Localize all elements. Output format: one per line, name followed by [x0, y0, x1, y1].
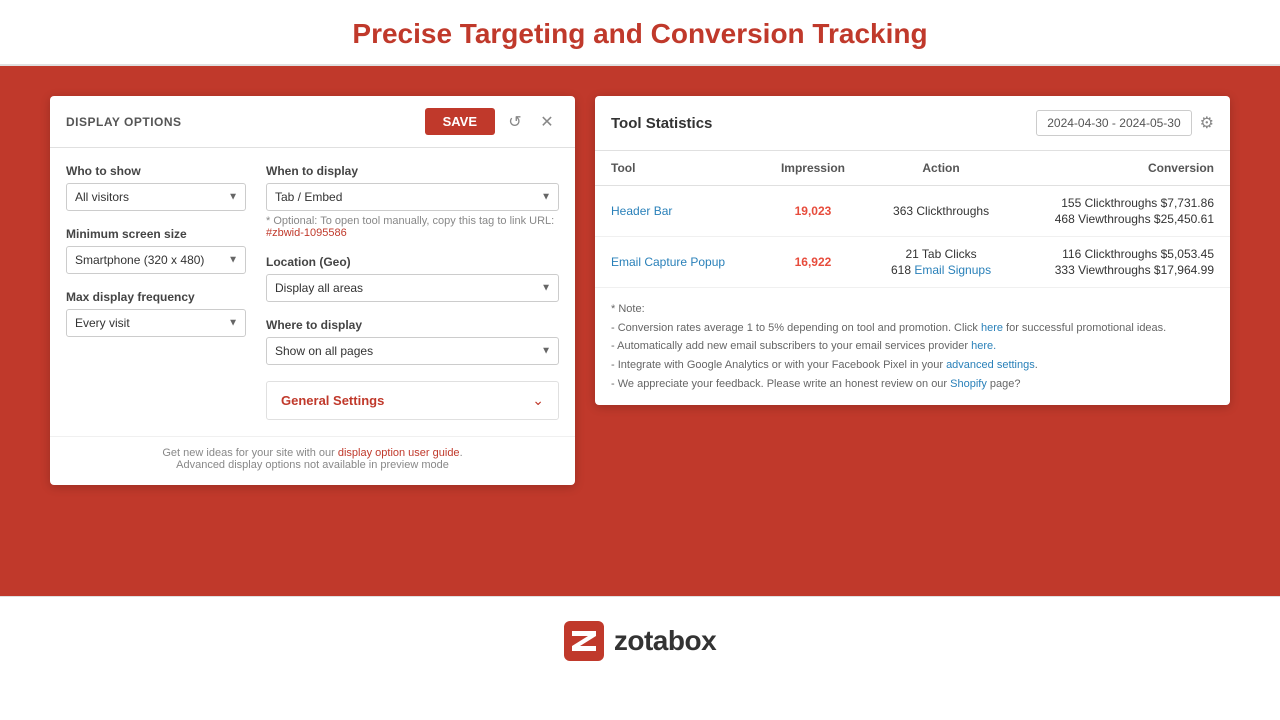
location-geo-select-wrapper: Display all areas Specific countries Exc…	[266, 274, 559, 302]
when-to-display-group: When to display Tab / Embed On scroll On…	[266, 164, 559, 239]
action-line-2: 618 Email Signups	[891, 263, 991, 277]
logo-text: zotabox	[614, 625, 716, 657]
settings-gear-button[interactable]: ⚙	[1200, 113, 1214, 133]
chevron-down-icon: ⌄	[532, 392, 544, 409]
impression-value: 19,023	[795, 204, 832, 218]
note-line-1: - Conversion rates average 1 to 5% depen…	[611, 319, 1214, 338]
advanced-settings-link[interactable]: advanced settings	[946, 359, 1035, 371]
general-settings-label: General Settings	[281, 393, 384, 408]
stats-note: * Note: - Conversion rates average 1 to …	[595, 288, 1230, 405]
note-line-2: - Automatically add new email subscriber…	[611, 337, 1214, 356]
panel-title: DISPLAY OPTIONS	[66, 115, 182, 129]
where-to-display-select[interactable]: Show on all pages Specific pages Exclude…	[266, 337, 559, 365]
who-to-show-select[interactable]: All visitors New visitors Returning visi…	[66, 183, 246, 211]
max-display-freq-label: Max display frequency	[66, 290, 246, 304]
header-bar-link[interactable]: Header Bar	[611, 204, 672, 218]
shopify-link[interactable]: Shopify	[950, 378, 987, 390]
impression-cell: 19,023	[759, 186, 867, 237]
conversion-line-2: 468 Viewthroughs $25,450.61	[1055, 212, 1214, 226]
zotabox-logo-icon	[564, 621, 604, 661]
location-geo-select[interactable]: Display all areas Specific countries Exc…	[266, 274, 559, 302]
stats-title: Tool Statistics	[611, 115, 712, 132]
conversion-line-1: 116 Clickthroughs $5,053.45	[1062, 247, 1214, 261]
col-impression: Impression	[759, 151, 867, 186]
when-to-display-select-wrapper: Tab / Embed On scroll On exit After dela…	[266, 183, 559, 211]
save-button[interactable]: SAVE	[425, 108, 495, 135]
footer-text-1: Get new ideas for your site with our dis…	[66, 447, 559, 459]
note-line-3: - Integrate with Google Analytics or wit…	[611, 356, 1214, 375]
close-button[interactable]: ✕	[535, 110, 559, 134]
hash-link[interactable]: #zbwid-1095586	[266, 227, 347, 239]
note-line-4: - We appreciate your feedback. Please wr…	[611, 375, 1214, 394]
page-title: Precise Targeting and Conversion Trackin…	[0, 18, 1280, 50]
note-title: * Note:	[611, 300, 1214, 319]
conversion-line-2: 333 Viewthroughs $17,964.99	[1055, 263, 1214, 277]
table-row: Email Capture Popup 16,922 21 Tab Clicks…	[595, 237, 1230, 288]
footer-text-2: Advanced display options not available i…	[66, 459, 559, 471]
zotabox-logo: zotabox	[564, 621, 716, 661]
panel-header: DISPLAY OPTIONS SAVE ↺ ✕	[50, 96, 575, 148]
main-content: DISPLAY OPTIONS SAVE ↺ ✕ Who to show All…	[0, 66, 1280, 596]
panel-footer: Get new ideas for your site with our dis…	[50, 436, 575, 485]
optional-note: * Optional: To open tool manually, copy …	[266, 215, 559, 239]
conversion-cell: 116 Clickthroughs $5,053.45 333 Viewthro…	[1015, 237, 1230, 288]
min-screen-size-group: Minimum screen size Smartphone (320 x 48…	[66, 227, 246, 274]
action-cell: 363 Clickthroughs	[867, 186, 1015, 237]
refresh-button[interactable]: ↺	[503, 110, 527, 134]
when-to-display-select[interactable]: Tab / Embed On scroll On exit After dela…	[266, 183, 559, 211]
date-range: 2024-04-30 - 2024-05-30 ⚙	[1036, 110, 1214, 136]
min-screen-size-select-wrapper: Smartphone (320 x 480) Tablet (768 x 102…	[66, 246, 246, 274]
display-options-panel: DISPLAY OPTIONS SAVE ↺ ✕ Who to show All…	[50, 96, 575, 485]
conversion-cell: 155 Clickthroughs $7,731.86 468 Viewthro…	[1015, 186, 1230, 237]
max-display-freq-select[interactable]: Every visit Once per day Once per week	[66, 309, 246, 337]
action-line-1: 21 Tab Clicks	[905, 247, 976, 261]
who-to-show-group: Who to show All visitors New visitors Re…	[66, 164, 246, 211]
display-option-user-guide-link[interactable]: display option user guide	[338, 447, 460, 459]
table-row: Header Bar 19,023 363 Clickthroughs 155 …	[595, 186, 1230, 237]
here-link-1[interactable]: here	[981, 322, 1003, 334]
impression-cell: 16,922	[759, 237, 867, 288]
who-to-show-label: Who to show	[66, 164, 246, 178]
stats-header: Tool Statistics 2024-04-30 - 2024-05-30 …	[595, 96, 1230, 151]
col-conversion: Conversion	[1015, 151, 1230, 186]
max-display-freq-group: Max display frequency Every visit Once p…	[66, 290, 246, 337]
stats-table: Tool Impression Action Conversion Header…	[595, 151, 1230, 288]
panel-body: Who to show All visitors New visitors Re…	[50, 148, 575, 436]
impression-value: 16,922	[795, 255, 832, 269]
email-capture-popup-link[interactable]: Email Capture Popup	[611, 255, 725, 269]
conversion-line-1: 155 Clickthroughs $7,731.86	[1061, 196, 1214, 210]
page-header: Precise Targeting and Conversion Trackin…	[0, 0, 1280, 66]
location-geo-label: Location (Geo)	[266, 255, 559, 269]
location-geo-group: Location (Geo) Display all areas Specifi…	[266, 255, 559, 302]
where-to-display-label: Where to display	[266, 318, 559, 332]
left-column: Who to show All visitors New visitors Re…	[66, 164, 246, 420]
max-display-freq-select-wrapper: Every visit Once per day Once per week ▼	[66, 309, 246, 337]
here-link-2[interactable]: here.	[971, 340, 996, 352]
date-range-text: 2024-04-30 - 2024-05-30	[1036, 110, 1191, 136]
when-to-display-label: When to display	[266, 164, 559, 178]
email-signups-link[interactable]: Email Signups	[914, 263, 991, 277]
right-column: When to display Tab / Embed On scroll On…	[266, 164, 559, 420]
where-to-display-select-wrapper: Show on all pages Specific pages Exclude…	[266, 337, 559, 365]
min-screen-size-label: Minimum screen size	[66, 227, 246, 241]
page-footer: zotabox	[0, 596, 1280, 684]
general-settings-button[interactable]: General Settings ⌄	[266, 381, 559, 420]
col-action: Action	[867, 151, 1015, 186]
tool-name-cell: Header Bar	[595, 186, 759, 237]
table-header-row: Tool Impression Action Conversion	[595, 151, 1230, 186]
col-tool: Tool	[595, 151, 759, 186]
statistics-panel: Tool Statistics 2024-04-30 - 2024-05-30 …	[595, 96, 1230, 405]
where-to-display-group: Where to display Show on all pages Speci…	[266, 318, 559, 365]
who-to-show-select-wrapper: All visitors New visitors Returning visi…	[66, 183, 246, 211]
tool-name-cell: Email Capture Popup	[595, 237, 759, 288]
action-cell: 21 Tab Clicks 618 Email Signups	[867, 237, 1015, 288]
panel-actions: SAVE ↺ ✕	[425, 108, 559, 135]
min-screen-size-select[interactable]: Smartphone (320 x 480) Tablet (768 x 102…	[66, 246, 246, 274]
